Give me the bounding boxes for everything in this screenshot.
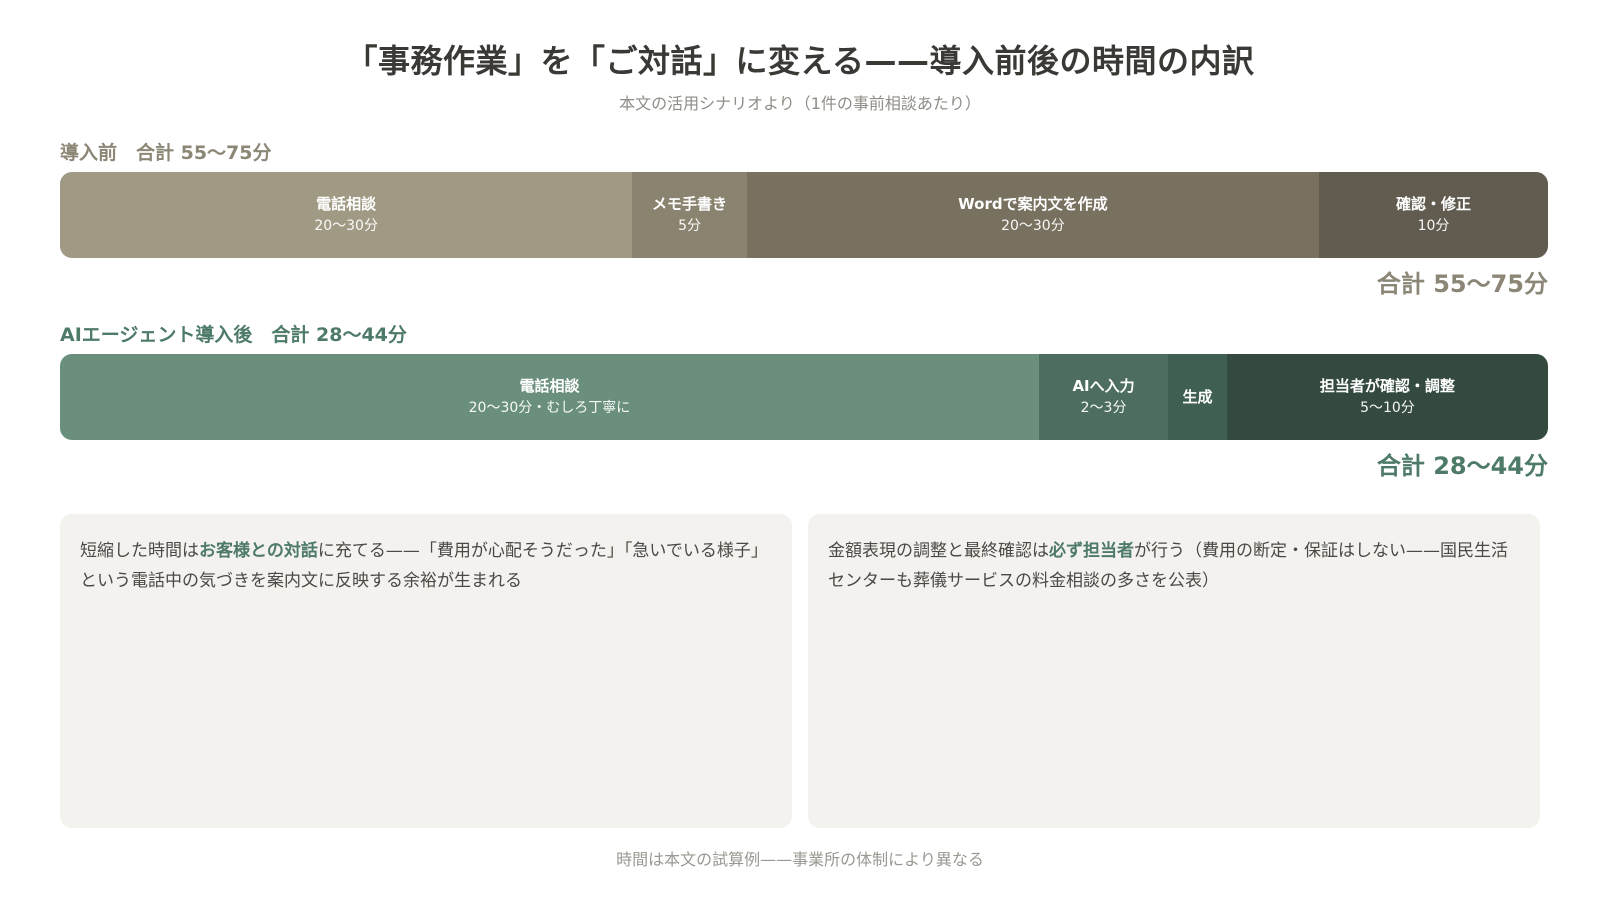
- segment-label: メモ手書き: [652, 195, 728, 213]
- after-stacked-bar: 電話相談 20〜30分・むしろ丁寧に AIへ入力 2〜3分 生成 担当者が確認・調整 5〜1…: [60, 354, 1548, 440]
- segment-label: Wordで案内文を作成: [958, 195, 1108, 213]
- segment-label: 担当者が確認・調整: [1319, 377, 1455, 395]
- bar-segment-after-3: 担当者が確認・調整 5〜10分: [1226, 354, 1548, 440]
- bar-segment-before-2: Wordで案内文を作成 20〜30分: [746, 172, 1320, 258]
- segment-label: 確認・修正: [1396, 195, 1472, 213]
- highlight-text: 必ず担当者: [1049, 541, 1134, 561]
- card-text: 金額表現の調整と最終確認は: [828, 541, 1049, 561]
- footer-note: 時間は本文の試算例——事業所の体制により異なる: [616, 850, 984, 869]
- segment-time: 20〜30分: [314, 218, 378, 234]
- card-text: 短縮した時間は: [80, 541, 199, 561]
- after-total: 合計 28〜44分: [1376, 452, 1548, 480]
- segment-time: 10分: [1417, 218, 1450, 234]
- after-row-label: AIエージェント導入後 合計 28〜44分: [60, 324, 407, 346]
- before-stacked-bar: 電話相談 20〜30分 メモ手書き 5分 Wordで案内文を作成 20〜30分 確認・修正 1…: [60, 172, 1548, 258]
- segment-time: 5分: [678, 218, 701, 234]
- segment-time: 2〜3分: [1080, 400, 1127, 416]
- segment-label: AIへ入力: [1072, 377, 1135, 395]
- segment-time: 20〜30分: [1001, 218, 1065, 234]
- note-card-time-saved: 短縮した時間はお客様との対話に充てる——「費用が心配そうだった」「急いでいる様子…: [60, 514, 792, 828]
- bar-segment-after-1: AIへ入力 2〜3分: [1038, 354, 1169, 440]
- before-total: 合計 55〜75分: [1376, 270, 1548, 298]
- bar-segment-before-3: 確認・修正 10分: [1319, 172, 1548, 258]
- segment-label: 電話相談: [316, 195, 377, 213]
- segment-time: 20〜30分・むしろ丁寧に: [468, 400, 631, 416]
- note-card-final-check: 金額表現の調整と最終確認は必ず担当者が行う（費用の断定・保証はしない——国民生活…: [808, 514, 1540, 828]
- bar-segment-before-1: メモ手書き 5分: [632, 172, 747, 258]
- before-row-label: 導入前 合計 55〜75分: [60, 142, 272, 164]
- segment-label: 電話相談: [519, 377, 580, 395]
- page-title: 「事務作業」を「ご対話」に変える——導入前後の時間の内訳: [345, 42, 1255, 80]
- bar-segment-after-0: 電話相談 20〜30分・むしろ丁寧に: [60, 354, 1039, 440]
- bar-segment-before-0: 電話相談 20〜30分: [60, 172, 633, 258]
- segment-label: 生成: [1182, 388, 1213, 406]
- segment-time: 5〜10分: [1360, 400, 1415, 416]
- bar-segment-after-2: 生成: [1168, 354, 1227, 440]
- page-subtitle: 本文の活用シナリオより（1件の事前相談あたり）: [619, 94, 981, 113]
- highlight-text: お客様との対話: [199, 541, 318, 561]
